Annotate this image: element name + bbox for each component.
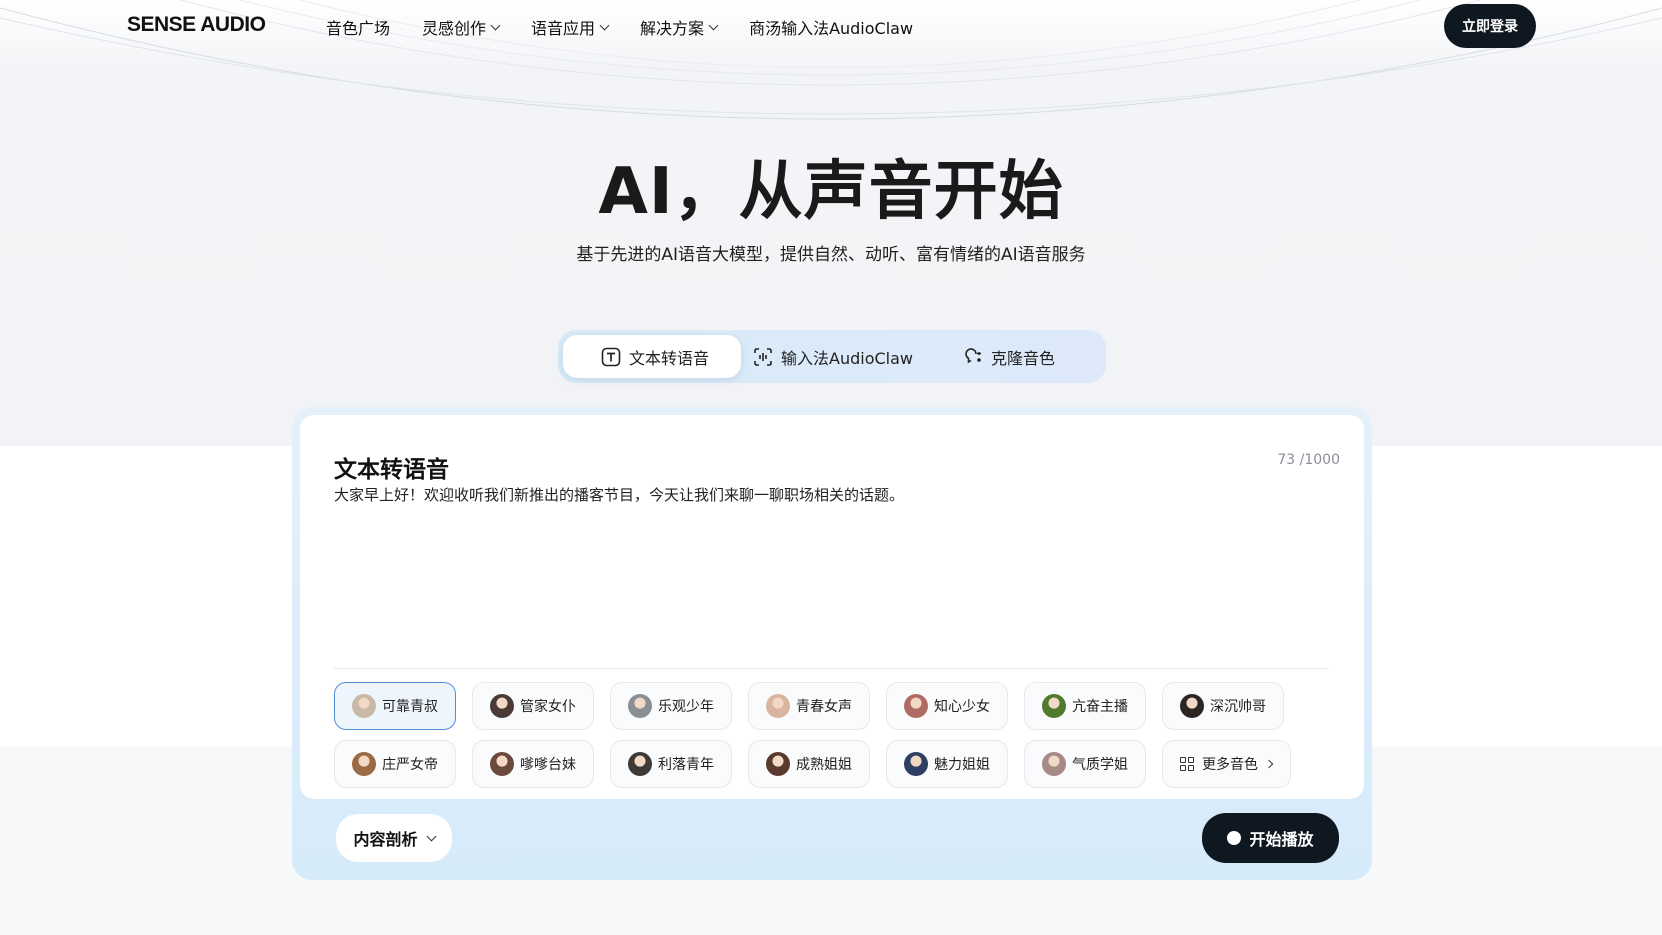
content-analysis-dropdown[interactable]: 内容剖析 (336, 814, 452, 862)
tab-clone-voice[interactable]: 克隆音色 (963, 335, 1093, 378)
voice-avatar (1180, 694, 1204, 718)
voice-avatar (1042, 694, 1066, 718)
nav-item-audioclaw[interactable]: 商汤输入法AudioClaw (749, 15, 913, 39)
text-icon (601, 347, 621, 367)
tab-label: 克隆音色 (991, 348, 1056, 368)
voice-avatar (628, 694, 652, 718)
nav-item-creative[interactable]: 灵感创作 (422, 15, 501, 39)
play-button[interactable]: 开始播放 (1202, 813, 1339, 863)
voice-label: 亢奋主播 (1072, 699, 1128, 715)
chevron-down-icon (708, 20, 719, 30)
play-label: 开始播放 (1249, 830, 1314, 849)
voice-label: 知心少女 (934, 699, 990, 715)
voice-option[interactable]: 乐观少年 (610, 682, 732, 730)
chevron-down-icon (426, 831, 436, 841)
tts-text-input[interactable]: 大家早上好！欢迎收听我们新推出的播客节目，今天让我们来聊一聊职场相关的话题。 (334, 484, 1324, 664)
chevron-right-icon (1264, 759, 1274, 769)
voice-avatar (766, 752, 790, 776)
nav-label: 语音应用 (531, 19, 596, 38)
voice-label: 气质学姐 (1072, 757, 1128, 773)
voice-avatar (352, 694, 376, 718)
tab-audioclaw[interactable]: 输入法AudioClaw (753, 335, 933, 378)
voice-option[interactable]: 魅力姐姐 (886, 740, 1008, 788)
nav-label: 音色广场 (326, 19, 391, 38)
voice-option[interactable]: 知心少女 (886, 682, 1008, 730)
chevron-down-icon (490, 20, 501, 30)
voice-label: 可靠青叔 (382, 699, 438, 715)
login-button[interactable]: 立即登录 (1444, 4, 1536, 48)
editor-title: 文本转语音 (334, 457, 449, 483)
voice-option[interactable]: 亢奋主播 (1024, 682, 1146, 730)
mode-tabs: 文本转语音 输入法AudioClaw 克隆音色 (558, 330, 1106, 383)
voice-label: 青春女声 (796, 699, 852, 715)
voice-avatar (766, 694, 790, 718)
brand-logo[interactable]: SENSE AUDIO (127, 13, 266, 37)
voice-label: 魅力姐姐 (934, 757, 990, 773)
nav-label: 灵感创作 (422, 19, 487, 38)
hero-subtitle: 基于先进的AI语音大模型，提供自然、动听、富有情绪的AI语音服务 (576, 245, 1086, 265)
more-voices-button[interactable]: 更多音色 (1162, 740, 1291, 788)
tab-label: 文本转语音 (629, 348, 710, 368)
voice-avatar (1042, 752, 1066, 776)
voice-label: 深沉帅哥 (1210, 699, 1266, 715)
top-navbar: SENSE AUDIO 音色广场 灵感创作 语音应用 解决方案 商汤输入法Aud… (0, 0, 1662, 52)
divider (334, 668, 1329, 669)
voice-avatar (490, 694, 514, 718)
grid-icon (1180, 757, 1194, 771)
voice-option[interactable]: 青春女声 (748, 682, 870, 730)
more-voices-label: 更多音色 (1202, 757, 1258, 773)
voice-label: 利落青年 (658, 757, 714, 773)
nav-item-voice-apps[interactable]: 语音应用 (531, 15, 610, 39)
voice-label: 管家女仆 (520, 699, 576, 715)
voice-option[interactable]: 深沉帅哥 (1162, 682, 1284, 730)
analyze-label: 内容剖析 (353, 830, 418, 849)
voice-label: 嗲嗲台妹 (520, 757, 576, 773)
nav-item-voice-plaza[interactable]: 音色广场 (326, 15, 390, 39)
main-nav: 音色广场 灵感创作 语音应用 解决方案 商汤输入法AudioClaw (326, 15, 945, 39)
voice-label: 乐观少年 (658, 699, 714, 715)
tab-label: 输入法AudioClaw (781, 348, 913, 368)
nav-item-solutions[interactable]: 解决方案 (640, 15, 719, 39)
char-counter: 73 /1000 (1277, 452, 1340, 468)
chevron-down-icon (599, 20, 610, 30)
voice-avatar (904, 694, 928, 718)
voice-option[interactable]: 庄严女帝 (334, 740, 456, 788)
voice-option[interactable]: 可靠青叔 (334, 682, 456, 730)
voice-option[interactable]: 嗲嗲台妹 (472, 740, 594, 788)
clone-voice-icon (963, 347, 983, 367)
voice-label: 庄严女帝 (382, 757, 438, 773)
voice-option[interactable]: 管家女仆 (472, 682, 594, 730)
tab-text-to-speech[interactable]: 文本转语音 (563, 335, 741, 378)
voice-avatar (490, 752, 514, 776)
play-icon (1227, 831, 1242, 845)
voice-label: 成熟姐姐 (796, 757, 852, 773)
voice-avatar (628, 752, 652, 776)
voice-avatar (352, 752, 376, 776)
voice-scan-icon (753, 347, 773, 367)
hero-title: AI，从声音开始 (598, 155, 1064, 229)
nav-label: 商汤输入法AudioClaw (749, 19, 914, 38)
voice-option[interactable]: 利落青年 (610, 740, 732, 788)
voice-option[interactable]: 成熟姐姐 (748, 740, 870, 788)
voice-option[interactable]: 气质学姐 (1024, 740, 1146, 788)
voice-avatar (904, 752, 928, 776)
nav-label: 解决方案 (640, 19, 705, 38)
